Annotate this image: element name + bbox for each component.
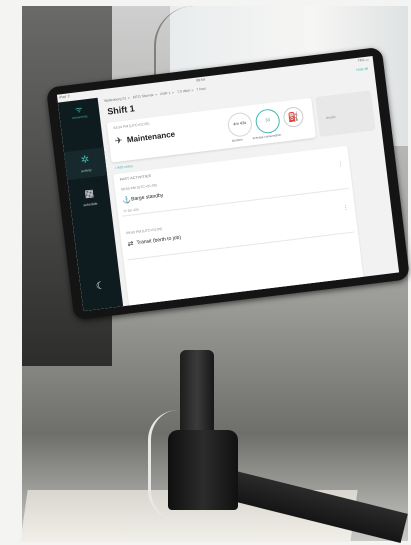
details-label: details (325, 114, 337, 121)
current-activity-name: Maintenance (126, 129, 176, 145)
calendar-icon: ▦ (83, 187, 95, 201)
moon-icon[interactable]: ☾ (94, 280, 107, 293)
add-notes-link[interactable]: + Add notes (114, 164, 133, 170)
breadcrumb-item[interactable]: MTG Stavnar (133, 93, 154, 100)
maintenance-icon: ✈ (114, 135, 124, 146)
page-title: Shift 1 (106, 103, 136, 117)
photo-background: iPad ᯤ 09:54 74% ▭ ᯤ connectivity ✲ acti… (0, 0, 411, 545)
activity-start-time: 04:54 PM (UTC+01:00) (113, 121, 150, 131)
sidebar-item-label: schedule (83, 201, 98, 208)
duration-gauge: 4m 43s (226, 111, 254, 139)
entry-name: Barge standby (130, 192, 164, 203)
sidebar-item-activity[interactable]: ✲ activity (63, 147, 108, 181)
sidebar-item-label: activity (80, 168, 92, 174)
duration-value: 4m 43s (232, 119, 247, 127)
breadcrumb-item[interactable]: Wallenberg 02 (104, 96, 127, 103)
entry-time: 09:55 PM (UTC+01:00) (120, 183, 158, 192)
sidebar-item-schedule[interactable]: ▦ schedule (68, 181, 111, 214)
fuel-icon: ⛽ (282, 105, 305, 129)
breadcrumb-item[interactable]: ANR 1 (160, 91, 171, 96)
tablet-screen: iPad ᯤ 09:54 74% ▭ ᯤ connectivity ✲ acti… (56, 55, 400, 312)
entry-name: Transit (berth to job) (136, 234, 182, 247)
entry-duration: ⟳ 3m 40s (123, 207, 140, 214)
more-icon[interactable]: ⋮ (337, 160, 344, 168)
past-activities-heading: PAST ACTIVITIES (119, 173, 152, 182)
status-battery: 74% ▭ (357, 57, 370, 63)
tablet: iPad ᯤ 09:54 74% ▭ ᯤ connectivity ✲ acti… (46, 46, 410, 321)
past-activities-panel: PAST ACTIVITIES 09:55 PM (UTC+01:00) ⚓ B… (113, 145, 365, 312)
more-icon[interactable]: ⋮ (342, 204, 350, 212)
connectivity-label: connectivity (71, 114, 88, 121)
duration-label: duration (231, 137, 243, 143)
hide-all-link[interactable]: Hide all (356, 67, 368, 72)
details-card[interactable]: details (315, 90, 376, 137)
tablet-bezel: iPad ᯤ 09:54 74% ▭ ᯤ connectivity ✲ acti… (46, 46, 410, 321)
breadcrumb-item[interactable]: 7 hour (196, 86, 206, 91)
consumption-gauge: 33 (254, 107, 282, 135)
status-time: 09:54 (195, 77, 206, 83)
consumption-value: 33 (264, 116, 271, 123)
breadcrumb-item[interactable]: 7.0 Wait (177, 89, 190, 95)
mount-clamp (168, 430, 238, 510)
activity-icon: ✲ (80, 154, 90, 167)
main-content: Wallenberg 02▸ MTG Stavnar▸ ANR 1▸ 7.0 W… (98, 64, 400, 312)
consumption-label: average consumption (252, 132, 282, 141)
entry-time: 09:50 PM (UTC+01:00) (126, 226, 163, 236)
status-network: iPad ᯤ (59, 94, 71, 100)
transit-icon: ⇄ (127, 240, 134, 249)
